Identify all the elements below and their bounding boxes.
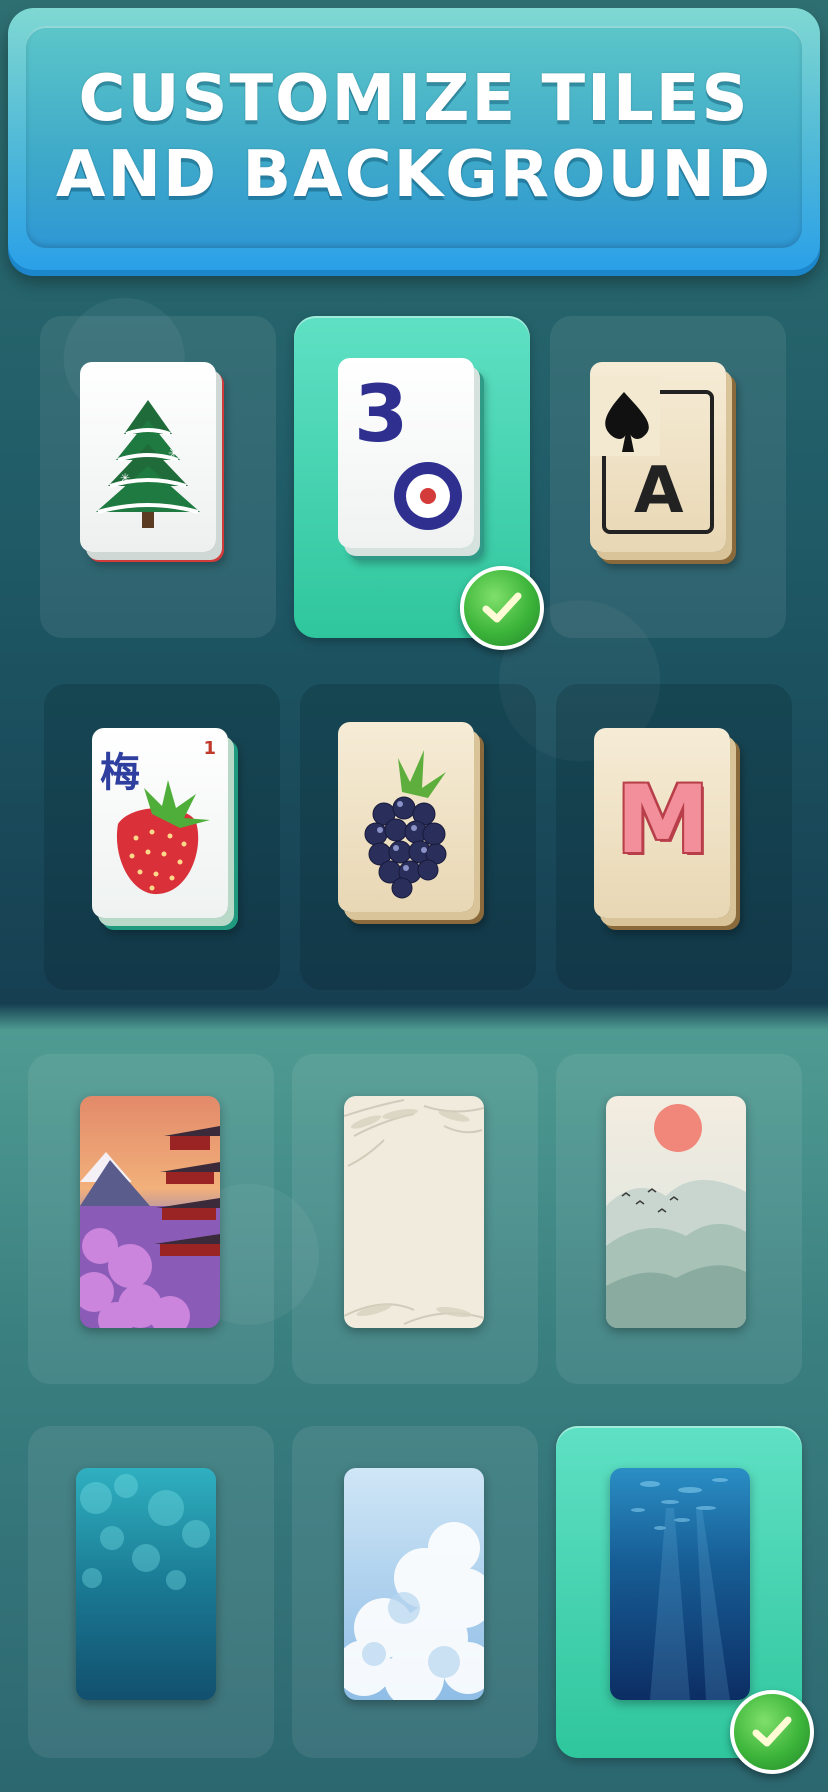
sky-clouds-image (344, 1468, 484, 1700)
tile-option-winter-pine[interactable]: ✳ ✳ (40, 316, 276, 638)
misty-mountains-image (606, 1096, 746, 1328)
svg-text:✳: ✳ (168, 446, 180, 462)
selected-check-icon (730, 1690, 814, 1774)
strawberry-icon (116, 780, 210, 895)
tile-glyph: M (616, 766, 710, 875)
tile-preview (338, 722, 474, 912)
tile-option-ace-of-spades[interactable]: A (550, 316, 786, 638)
tile-preview: 梅 1 (92, 728, 228, 918)
pine-tree-icon: ✳ ✳ (96, 400, 200, 528)
tile-preview: A (590, 362, 726, 552)
background-preview (76, 1468, 216, 1700)
background-option-teal-bokeh[interactable] (28, 1426, 274, 1758)
background-option-bamboo-paper[interactable] (292, 1054, 538, 1384)
background-preview (606, 1096, 746, 1328)
background-option-sakura-pagoda[interactable] (28, 1054, 274, 1384)
svg-text:✳: ✳ (120, 471, 130, 485)
bamboo-paper-image (344, 1096, 484, 1328)
circle-dot-icon (394, 462, 462, 530)
title-banner: CUSTOMIZE TILES AND BACKGROUND (8, 8, 820, 270)
banner-title-line-1: CUSTOMIZE TILES (78, 62, 750, 136)
tile-option-letter-m[interactable]: M (556, 684, 792, 990)
title-banner-inner: CUSTOMIZE TILES AND BACKGROUND (26, 26, 802, 248)
background-option-sky-clouds[interactable] (292, 1426, 538, 1758)
background-preview (344, 1468, 484, 1700)
tile-option-plum-strawberry[interactable]: 梅 1 (44, 684, 280, 990)
tile-preview: ✳ ✳ (80, 362, 216, 552)
tile-preview: M (594, 728, 730, 918)
background-option-misty-mountains[interactable] (556, 1054, 802, 1384)
selected-check-icon (460, 566, 544, 650)
banner-title-line-2: AND BACKGROUND (55, 138, 773, 212)
blackberry-icon (364, 750, 447, 899)
tile-preview: 3 (338, 358, 474, 548)
tile-glyph: A (634, 454, 684, 528)
underwater-image (610, 1468, 750, 1700)
background-preview (80, 1096, 220, 1328)
background-preview (344, 1096, 484, 1328)
tile-option-blackberry[interactable] (300, 684, 536, 990)
teal-bokeh-image (76, 1468, 216, 1700)
background-preview (610, 1468, 750, 1700)
sakura-pagoda-image (80, 1096, 220, 1328)
